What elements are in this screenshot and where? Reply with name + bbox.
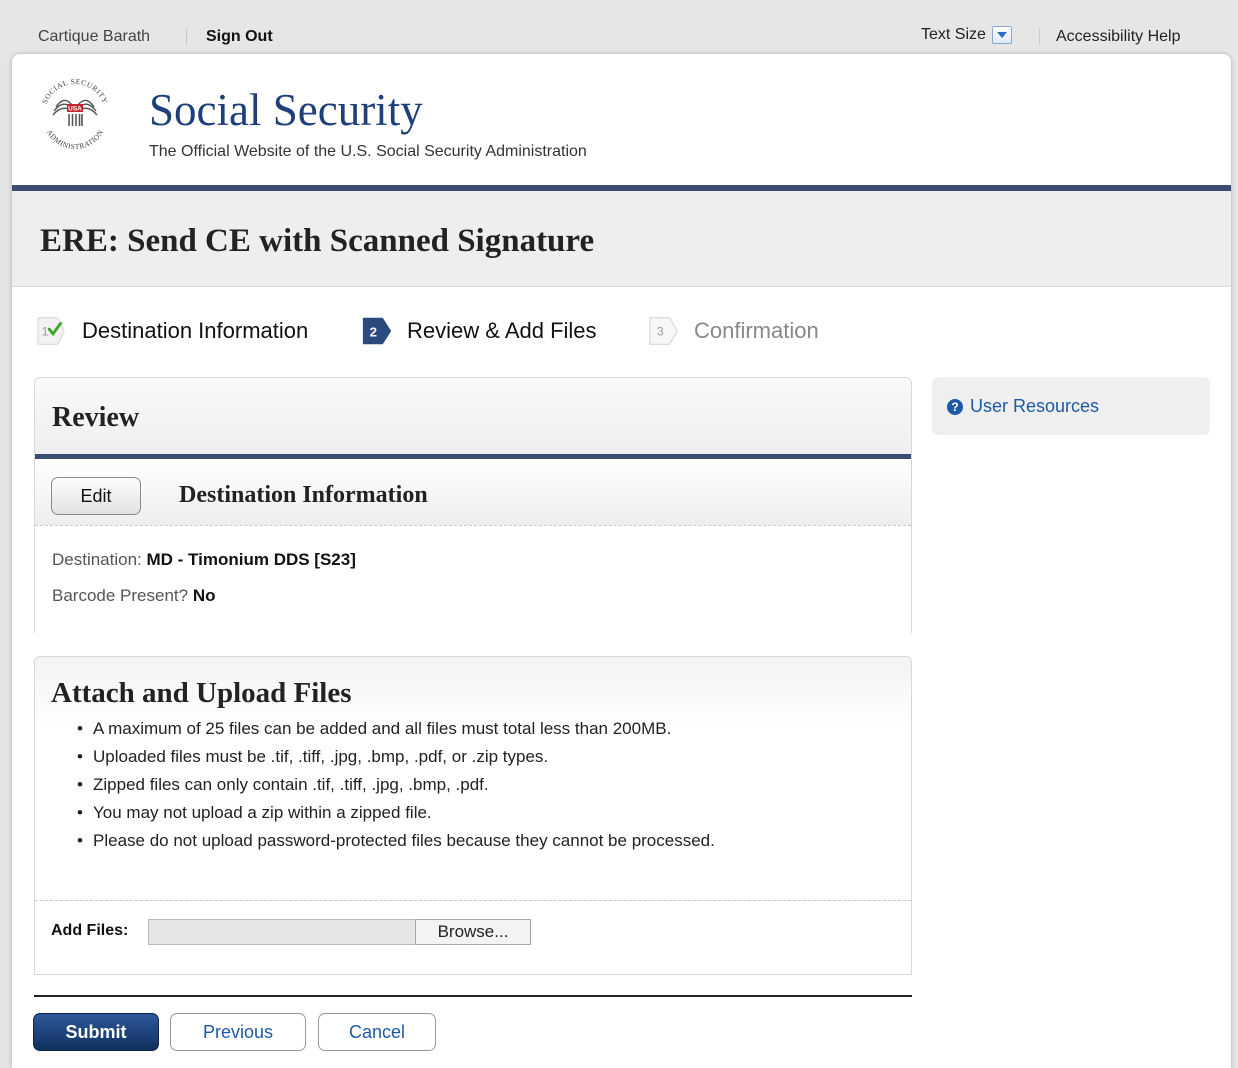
upload-rule: A maximum of 25 files can be added and a… <box>75 715 715 743</box>
upload-instructions: Attach and Upload Files A maximum of 25 … <box>35 657 911 901</box>
page-title-band: ERE: Send CE with Scanned Signature <box>12 191 1231 287</box>
divider <box>1039 29 1040 45</box>
sign-out-link[interactable]: Sign Out <box>206 28 273 46</box>
site-subtitle: The Official Website of the U.S. Social … <box>149 143 587 160</box>
submit-button[interactable]: Submit <box>33 1013 159 1051</box>
step-3-number: 3 <box>657 325 664 339</box>
barcode-label: Barcode Present? <box>52 586 189 605</box>
cancel-button[interactable]: Cancel <box>318 1013 436 1051</box>
step-destination-information: 1 Destination Information <box>36 311 308 351</box>
upload-rule: You may not upload a zip within a zipped… <box>75 799 715 827</box>
progress-steps: 1 Destination Information 2 Review & Add… <box>36 311 936 351</box>
upload-rule: Please do not upload password-protected … <box>75 827 715 855</box>
user-name: Cartique Barath <box>38 28 151 45</box>
review-title: Review <box>52 402 140 433</box>
user-resources-panel: ? User Resources <box>932 377 1210 435</box>
previous-button[interactable]: Previous <box>170 1013 306 1051</box>
top-utility-bar: Cartique Barath Sign Out Text Size Acces… <box>0 0 1238 62</box>
upload-rule: Zipped files can only contain .tif, .tif… <box>75 771 715 799</box>
step-2-number: 2 <box>370 325 377 340</box>
divider <box>186 29 187 45</box>
barcode-row: Barcode Present? No <box>52 586 216 606</box>
site-title: Social Security <box>149 85 423 135</box>
destination-section-title: Destination Information <box>179 482 428 508</box>
upload-title: Attach and Upload Files <box>51 677 352 709</box>
user-resources-label: User Resources <box>970 396 1100 416</box>
actions-divider <box>34 995 912 997</box>
destination-value: MD - Timonium DDS [S23] <box>146 550 356 569</box>
add-files-label: Add Files: <box>51 922 129 939</box>
main-panel: SOCIAL SECURITY ADMINISTRATION USA Socia… <box>12 54 1231 1068</box>
step-review-add-files: 2 Review & Add Files <box>361 311 597 351</box>
user-resources-link[interactable]: ? User Resources <box>947 396 1099 417</box>
text-size-control[interactable]: Text Size <box>921 26 1012 44</box>
help-circle-icon: ? <box>947 398 963 415</box>
barcode-value: No <box>192 586 216 605</box>
upload-rule: Uploaded files must be .tif, .tiff, .jpg… <box>75 743 715 771</box>
step-1-label: Destination Information <box>82 318 309 343</box>
upload-panel: Attach and Upload Files A maximum of 25 … <box>34 656 912 975</box>
ssa-seal-icon: SOCIAL SECURITY ADMINISTRATION USA <box>35 74 115 154</box>
step-active-icon: 2 <box>361 314 395 348</box>
accessibility-help-link[interactable]: Accessibility Help <box>1056 28 1180 46</box>
step-2-label: Review & Add Files <box>407 318 597 343</box>
upload-rules-list: A maximum of 25 files can be added and a… <box>75 715 715 855</box>
text-size-label: Text Size <box>921 26 986 43</box>
seal-badge-text: USA <box>68 106 82 113</box>
review-panel: Review Edit Destination Information Dest… <box>34 377 912 633</box>
page-title: ERE: Send CE with Scanned Signature <box>40 223 595 259</box>
destination-label: Destination: <box>52 550 142 569</box>
step-confirmation: 3 Confirmation <box>648 311 819 351</box>
destination-section-header: Edit Destination Information <box>35 459 911 526</box>
step-upcoming-icon: 3 <box>648 314 682 348</box>
browse-button[interactable]: Browse... <box>415 919 531 945</box>
step-3-label: Confirmation <box>694 318 819 343</box>
review-header: Review <box>35 378 911 454</box>
step-complete-icon: 1 <box>36 314 70 348</box>
file-path-field[interactable] <box>148 919 415 945</box>
chevron-down-icon[interactable] <box>991 26 1012 44</box>
edit-button[interactable]: Edit <box>51 477 141 515</box>
step-1-number: 1 <box>42 325 49 339</box>
destination-row: Destination: MD - Timonium DDS [S23] <box>52 550 356 570</box>
